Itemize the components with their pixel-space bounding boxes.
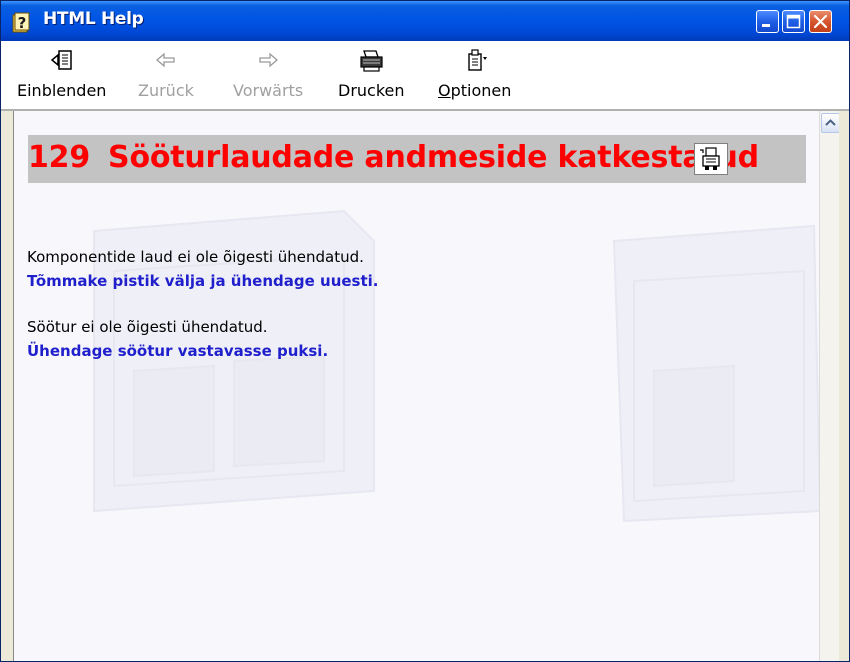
toolbar: Einblenden Zurück Vorwärts Drucken Optio…	[1, 41, 849, 111]
printer-watermark-image	[93, 209, 820, 523]
error-number: 129	[28, 140, 91, 175]
minimize-button[interactable]	[756, 10, 779, 33]
scroll-up-button[interactable]	[821, 113, 840, 133]
title-bar[interactable]: ? HTML Help	[1, 1, 849, 41]
close-icon	[813, 14, 828, 29]
print-button-label: Drucken	[338, 81, 405, 100]
options-button-label: Optionen	[438, 81, 512, 100]
cause-text-1: Komponentide laud ei ole õigesti ühendat…	[27, 248, 364, 266]
show-pane-icon	[50, 50, 72, 70]
forward-button-label: Vorwärts	[233, 81, 304, 100]
cause-text-2: Söötur ei ole õigesti ühendatud.	[27, 318, 268, 336]
options-button[interactable]: Optionen	[438, 45, 511, 100]
window-title: HTML Help	[43, 9, 144, 29]
help-book-icon: ?	[12, 12, 30, 33]
error-heading-bar: 129 Sööturlaudade andmeside katkestatud	[28, 135, 806, 183]
help-window: ? HTML Help Einblenden Zurück Vorwärts D…	[0, 0, 850, 662]
back-button-label: Zurück	[138, 81, 194, 100]
chevron-up-icon	[825, 119, 836, 126]
window-frame-right	[839, 111, 849, 661]
print-button[interactable]: Drucken	[338, 45, 405, 100]
maximize-button[interactable]	[782, 10, 805, 33]
help-content-pane: 129 Sööturlaudade andmeside katkestatud K…	[13, 111, 820, 661]
show-button[interactable]: Einblenden	[17, 45, 106, 100]
action-text-2: Ühendage söötur vastavasse puksi.	[27, 342, 329, 360]
error-title: Sööturlaudade andmeside katkestatud	[108, 140, 759, 175]
close-button[interactable]	[809, 10, 832, 33]
back-button[interactable]: Zurück	[138, 45, 194, 100]
back-arrow-icon	[155, 52, 175, 68]
printer-icon	[360, 50, 383, 72]
print-topic-icon	[700, 147, 720, 170]
minimize-icon	[762, 24, 770, 27]
print-topic-button[interactable]	[694, 143, 728, 175]
error-heading: 129 Sööturlaudade andmeside katkestatud	[28, 140, 759, 175]
action-text-1: Tõmmake pistik välja ja ühendage uuesti.	[27, 272, 379, 290]
maximize-icon	[786, 14, 801, 29]
forward-button[interactable]: Vorwärts	[233, 45, 303, 100]
options-icon	[467, 49, 487, 71]
vertical-scrollbar[interactable]	[819, 111, 840, 661]
svg-text:?: ?	[18, 14, 27, 32]
forward-arrow-icon	[259, 52, 279, 68]
show-button-label: Einblenden	[17, 81, 107, 100]
